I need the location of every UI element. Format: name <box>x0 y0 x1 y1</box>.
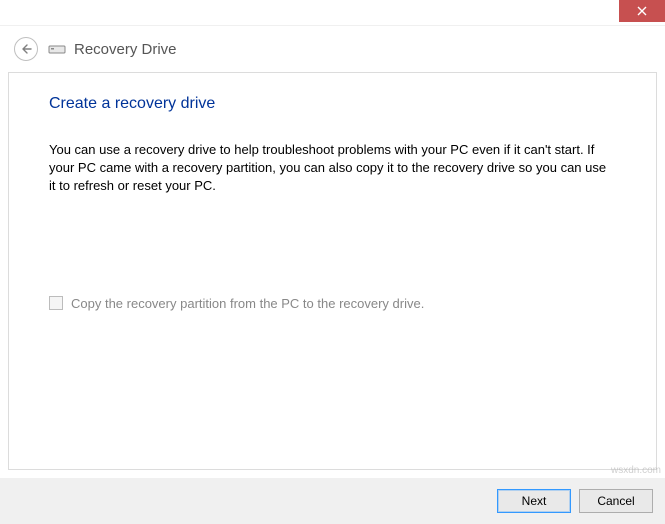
page-heading: Create a recovery drive <box>49 95 616 113</box>
back-arrow-icon <box>20 43 32 55</box>
next-button[interactable]: Next <box>497 489 571 513</box>
content-frame: Create a recovery drive You can use a re… <box>8 72 657 470</box>
header-bar: Recovery Drive <box>0 26 665 72</box>
copy-partition-checkbox <box>49 296 63 310</box>
copy-partition-label: Copy the recovery partition from the PC … <box>71 296 424 311</box>
watermark: wsxdn.com <box>611 465 661 476</box>
back-button[interactable] <box>14 37 38 61</box>
footer-bar: Next Cancel <box>0 478 665 524</box>
close-icon <box>637 6 647 16</box>
close-button[interactable] <box>619 0 665 22</box>
titlebar <box>0 0 665 26</box>
drive-icon <box>48 42 66 56</box>
cancel-button[interactable]: Cancel <box>579 489 653 513</box>
copy-partition-option: Copy the recovery partition from the PC … <box>49 296 616 311</box>
app-title: Recovery Drive <box>74 41 177 58</box>
body-text: You can use a recovery drive to help tro… <box>49 141 616 196</box>
